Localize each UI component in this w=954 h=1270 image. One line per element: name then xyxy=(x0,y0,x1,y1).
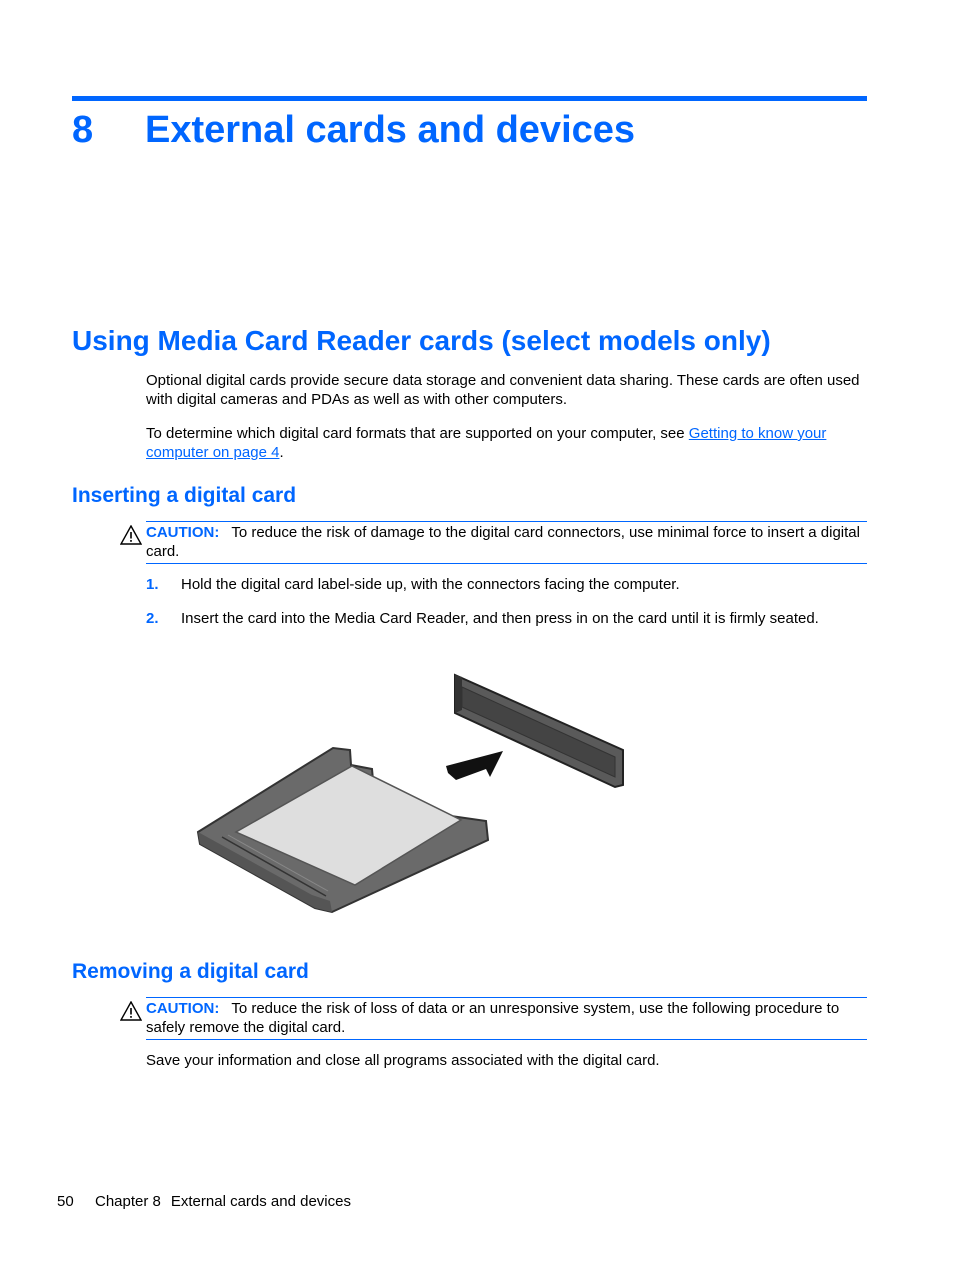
chapter-number: 8 xyxy=(72,109,94,151)
intro-paragraph: Optional digital cards provide secure da… xyxy=(146,372,860,408)
formats-text: To determine which digital card formats … xyxy=(146,425,689,442)
caution-label: CAUTION: xyxy=(146,524,220,541)
caution-label: CAUTION: xyxy=(146,1000,220,1017)
formats-paragraph: To determine which digital card formats … xyxy=(146,424,866,462)
inserting-caution: CAUTION: To reduce the risk of damage to … xyxy=(120,521,867,564)
warning-triangle-icon xyxy=(120,1001,142,1021)
insert-arrow-icon xyxy=(446,751,503,780)
page-number: 50 xyxy=(57,1193,74,1210)
warning-triangle-icon xyxy=(120,525,142,545)
footer-title: External cards and devices xyxy=(170,1193,351,1210)
step-number: 2. xyxy=(146,610,159,627)
formats-end: . xyxy=(279,444,284,461)
chapter-title-text: External cards and devices xyxy=(145,109,636,151)
removing-heading: Removing a digital card xyxy=(72,960,309,983)
page-footer: 50 Chapter 8 External cards and devices xyxy=(57,1192,351,1211)
step-item: 1. Hold the digital card label-side up, w… xyxy=(146,575,876,594)
step-number: 1. xyxy=(146,576,159,593)
step-text: Insert the card into the Media Card Read… xyxy=(181,610,819,627)
removing-body: Save your information and close all prog… xyxy=(146,1052,660,1069)
sd-card-icon xyxy=(196,746,490,914)
chapter-title: 8 External cards and devices xyxy=(72,106,635,154)
caution-text: To reduce the risk of damage to the digi… xyxy=(146,524,860,560)
step-text: Hold the digital card label-side up, wit… xyxy=(181,576,680,593)
digital-card-insert-illustration xyxy=(196,673,624,914)
footer-chapter: Chapter 8 xyxy=(95,1193,161,1210)
step-item: 2. Insert the card into the Media Card Re… xyxy=(146,609,876,628)
inserting-heading: Inserting a digital card xyxy=(72,484,297,507)
section-title: Using Media Card Reader cards (select mo… xyxy=(72,325,771,356)
caution-text: To reduce the risk of loss of data or an… xyxy=(146,1000,840,1036)
chapter-rule xyxy=(72,96,867,101)
removing-caution: CAUTION: To reduce the risk of loss of da… xyxy=(120,997,867,1040)
